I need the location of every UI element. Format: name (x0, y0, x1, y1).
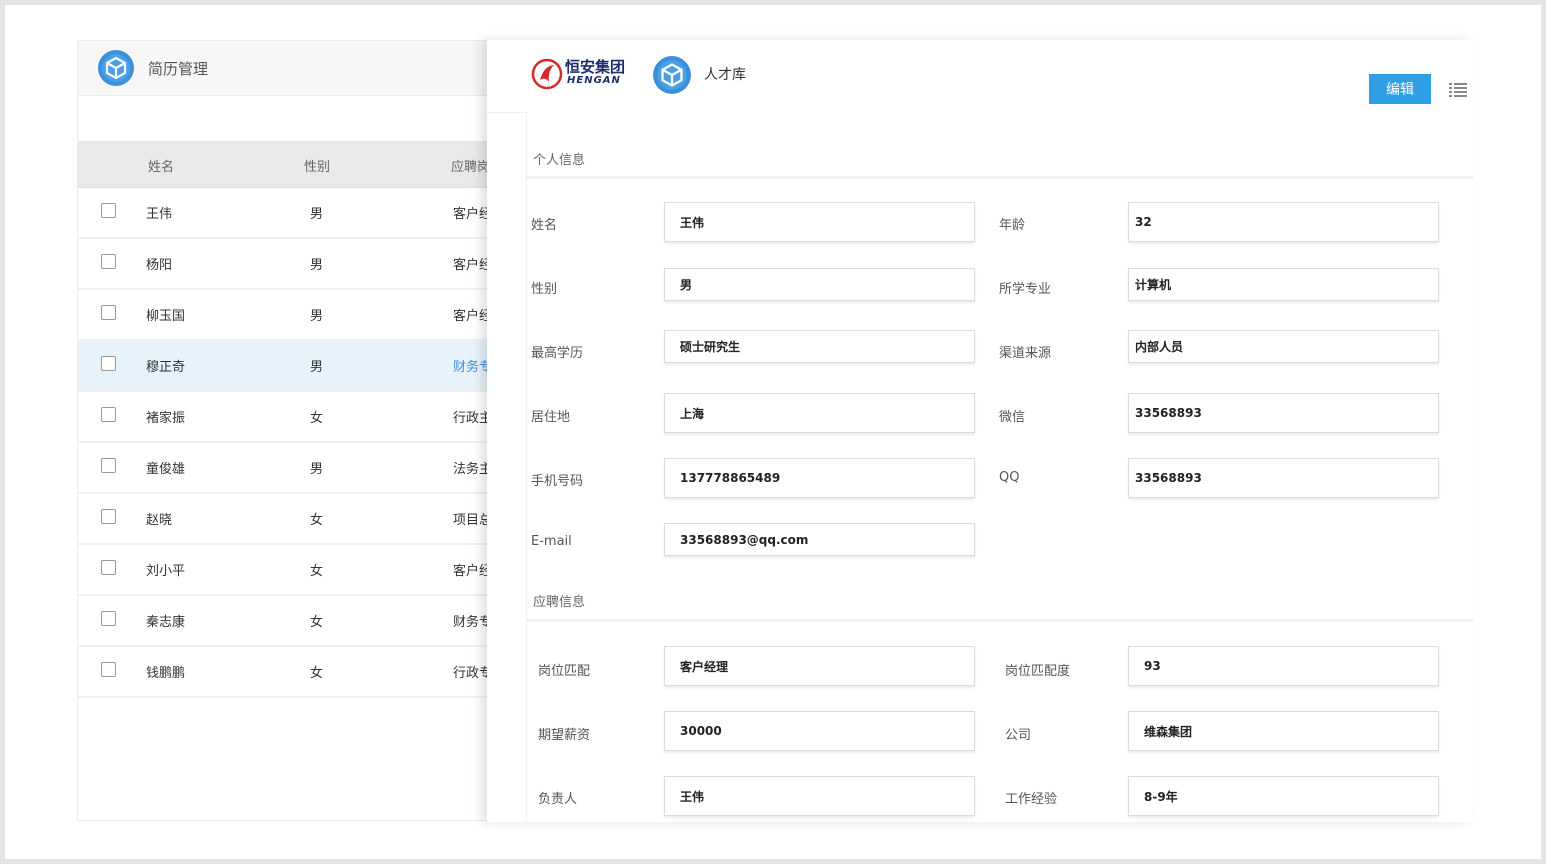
position-label: 岗位匹配 (538, 664, 591, 679)
row-checkbox[interactable] (101, 305, 116, 320)
hengan-logo-icon (531, 58, 563, 94)
salary-label: 期望薪资 (538, 728, 591, 743)
row-name: 钱鹏鹏 (146, 666, 186, 681)
row-checkbox[interactable] (101, 611, 116, 626)
education-label: 最高学历 (531, 346, 584, 361)
salary-field[interactable] (664, 711, 975, 751)
education-field[interactable] (664, 330, 975, 363)
channel-label: 渠道来源 (999, 346, 1052, 361)
table-row[interactable]: 童俊雄 男 法务主 (78, 443, 496, 494)
age-field[interactable] (1128, 202, 1439, 242)
row-gender: 女 (310, 513, 324, 528)
column-header-position: 应聘岗 (451, 160, 491, 175)
row-gender: 男 (310, 258, 324, 273)
cube-logo-icon (652, 55, 692, 99)
talent-detail-form: 个人信息 姓名 年龄 性别 所学专业 最高学历 渠道来源 居住地 微信 手机号码… (526, 112, 1473, 822)
row-checkbox[interactable] (101, 203, 116, 218)
row-gender: 女 (310, 564, 324, 579)
match-label: 岗位匹配度 (1005, 664, 1071, 679)
resume-list-title: 简历管理 (148, 60, 209, 78)
talent-detail-panel: 恒安集团 HENGAN 人才库 编辑 个人信息 姓名 王伟 年龄 32 性别 男… (487, 40, 1473, 822)
qq-label: QQ (999, 470, 1020, 485)
row-name: 褚家振 (146, 411, 186, 426)
row-gender: 男 (310, 309, 324, 324)
experience-field[interactable] (1128, 776, 1439, 816)
wechat-label: 微信 (999, 410, 1026, 425)
name-field[interactable] (664, 202, 975, 242)
name-label: 姓名 (531, 218, 558, 233)
row-name: 穆正奇 (146, 360, 186, 375)
cube-logo-icon (97, 49, 135, 91)
app-title: 人才库 (704, 67, 746, 83)
table-row[interactable]: 王伟 男 客户经 (78, 188, 496, 239)
row-checkbox[interactable] (101, 560, 116, 575)
table-row[interactable]: 钱鹏鹏 女 行政专 (78, 647, 496, 698)
table-row[interactable]: 秦志康 女 财务专 (78, 596, 496, 647)
phone-field[interactable] (664, 458, 975, 498)
table-row[interactable]: 刘小平 女 客户经 (78, 545, 496, 596)
wechat-field[interactable] (1128, 393, 1439, 433)
major-label: 所学专业 (999, 282, 1052, 297)
row-name: 刘小平 (146, 564, 186, 579)
column-header-gender: 性别 (304, 160, 331, 175)
row-gender: 女 (310, 615, 324, 630)
row-checkbox[interactable] (101, 254, 116, 269)
column-header-name: 姓名 (148, 160, 175, 175)
residence-label: 居住地 (531, 410, 571, 425)
residence-field[interactable] (664, 393, 975, 433)
table-row-selected[interactable]: 穆正奇 男 财务专 (78, 341, 496, 392)
section-title-application: 应聘信息 (533, 595, 586, 610)
company-field[interactable] (1128, 711, 1439, 751)
channel-field[interactable] (1128, 330, 1439, 363)
gender-label: 性别 (531, 282, 558, 297)
list-menu-icon[interactable] (1449, 82, 1467, 102)
owner-label: 负责人 (538, 792, 578, 807)
qq-field[interactable] (1128, 458, 1439, 498)
owner-field[interactable] (664, 776, 975, 816)
row-gender: 女 (310, 666, 324, 681)
row-checkbox[interactable] (101, 458, 116, 473)
resume-list-header: 简历管理 (78, 41, 496, 96)
row-name: 赵晓 (146, 513, 173, 528)
edit-button[interactable]: 编辑 (1369, 74, 1431, 104)
row-name: 柳玉国 (146, 309, 186, 324)
resume-table-body: 王伟 男 客户经 杨阳 男 客户经 柳玉国 男 客户经 穆正奇 男 财务专 褚家… (78, 188, 496, 698)
age-label: 年龄 (999, 218, 1026, 233)
gender-field[interactable] (664, 268, 975, 301)
row-gender: 女 (310, 411, 324, 426)
row-gender: 男 (310, 462, 324, 477)
row-name: 王伟 (146, 207, 173, 222)
section-title-personal: 个人信息 (533, 153, 586, 168)
table-row[interactable]: 柳玉国 男 客户经 (78, 290, 496, 341)
resume-table-header: 姓名 性别 应聘岗 (78, 141, 496, 188)
row-checkbox[interactable] (101, 356, 116, 371)
row-gender: 男 (310, 360, 324, 375)
row-name: 杨阳 (146, 258, 173, 273)
company-brand: 恒安集团 HENGAN (531, 56, 631, 92)
email-label: E-mail (531, 534, 572, 549)
experience-label: 工作经验 (1005, 792, 1058, 807)
section-divider (527, 619, 1473, 622)
talent-detail-header: 恒安集团 HENGAN 人才库 编辑 (487, 40, 1473, 113)
position-field[interactable] (664, 646, 975, 686)
brand-name-en: HENGAN (567, 75, 621, 86)
phone-label: 手机号码 (531, 474, 584, 489)
row-gender: 男 (310, 207, 324, 222)
section-divider (527, 176, 1473, 179)
row-checkbox[interactable] (101, 509, 116, 524)
table-row[interactable]: 褚家振 女 行政主 (78, 392, 496, 443)
major-field[interactable] (1128, 268, 1439, 301)
row-checkbox[interactable] (101, 662, 116, 677)
brand-name-cn: 恒安集团 (565, 58, 626, 76)
email-field[interactable] (664, 523, 975, 556)
row-checkbox[interactable] (101, 407, 116, 422)
table-row[interactable]: 杨阳 男 客户经 (78, 239, 496, 290)
resume-list-panel: 简历管理 姓名 性别 应聘岗 王伟 男 客户经 杨阳 男 客户经 柳玉国 男 客… (77, 40, 497, 821)
company-label: 公司 (1005, 728, 1032, 743)
table-row[interactable]: 赵晓 女 项目总 (78, 494, 496, 545)
row-name: 童俊雄 (146, 462, 186, 477)
row-name: 秦志康 (146, 615, 186, 630)
match-field[interactable] (1128, 646, 1439, 686)
